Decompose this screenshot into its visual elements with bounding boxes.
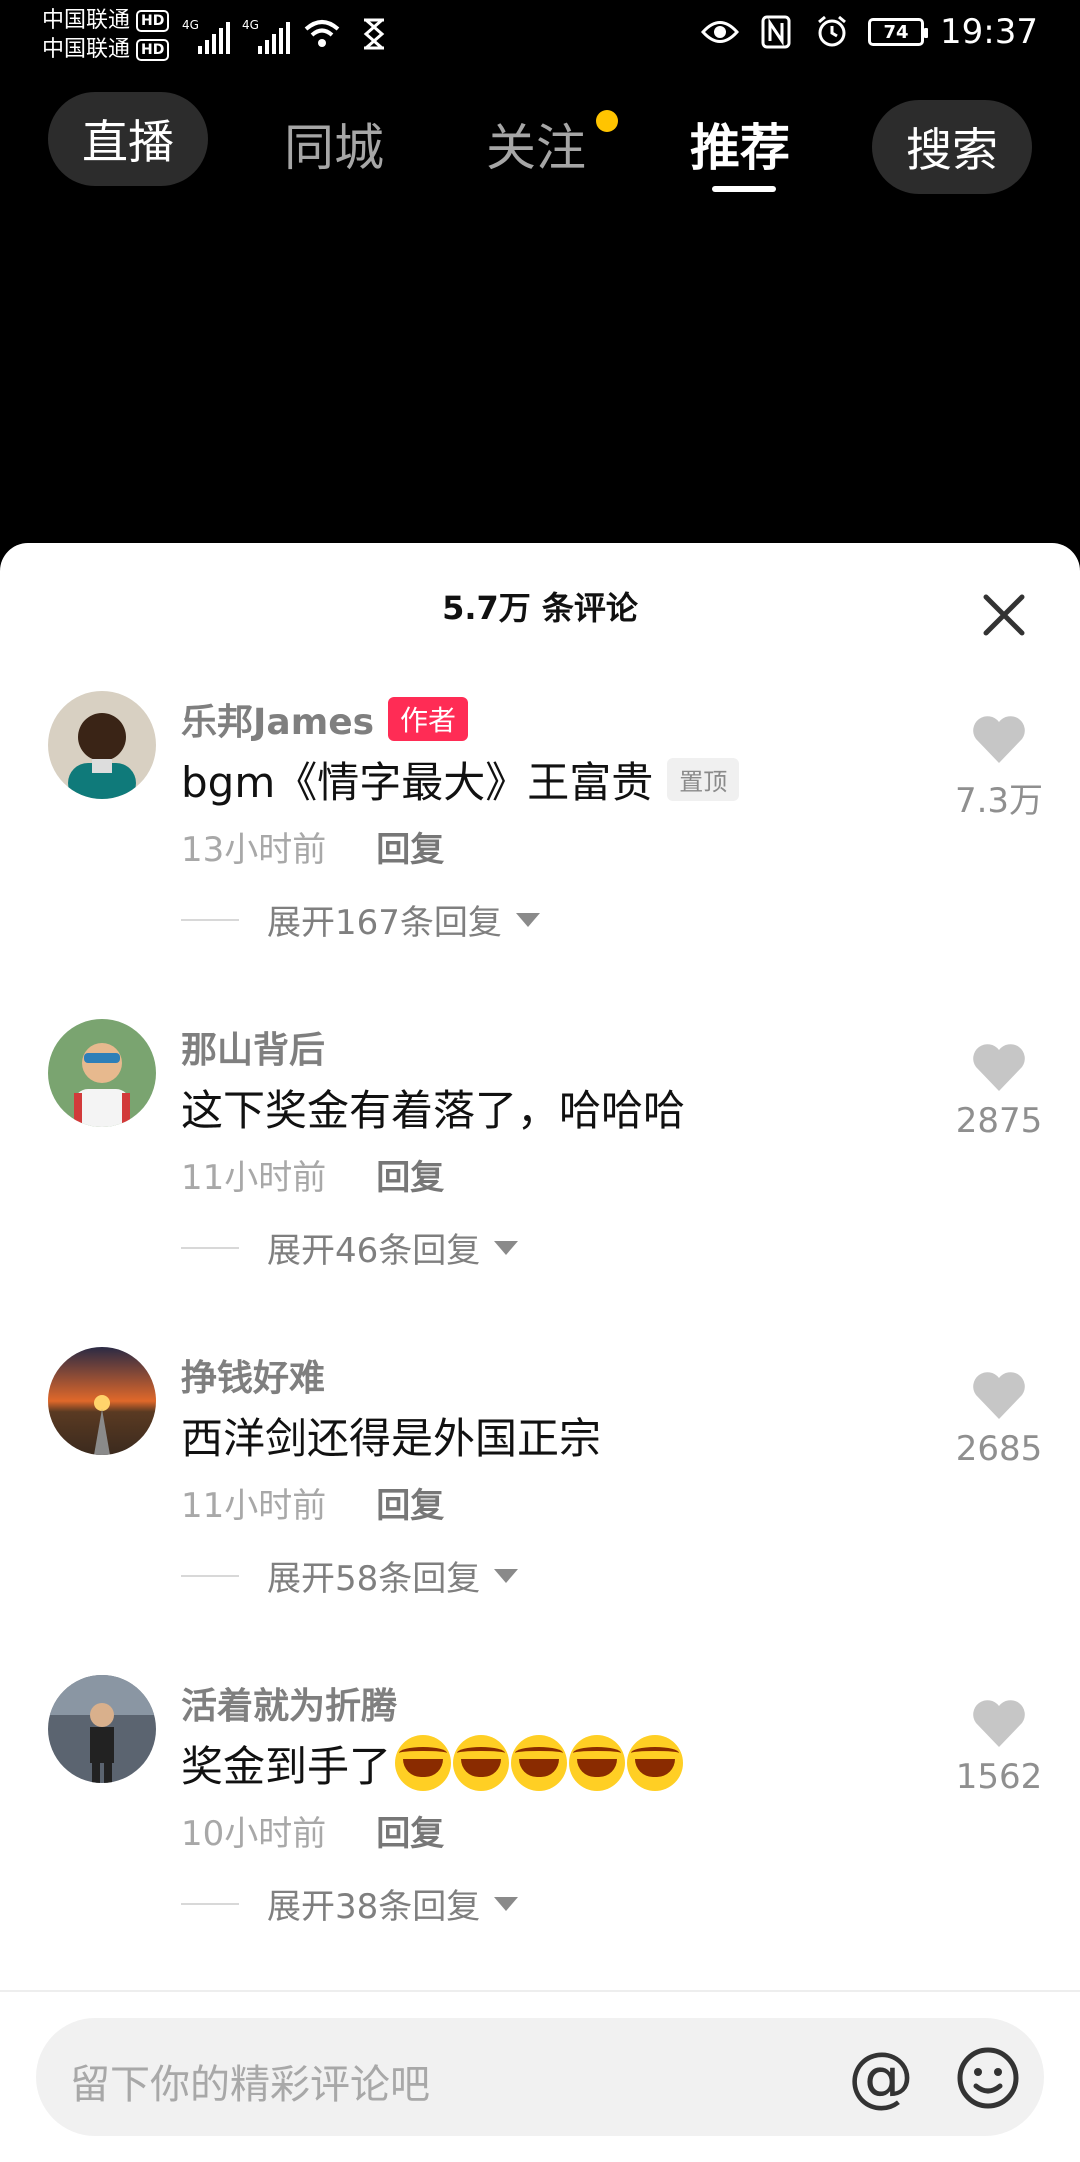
alarm-icon: [812, 12, 852, 52]
comment-input[interactable]: 留下你的精彩评论吧 @: [36, 2018, 1044, 2136]
comment-body: 挣钱好难 西洋剑还得是外国正宗 11小时前 回复 展开58条回复: [181, 1347, 941, 1600]
tab-city[interactable]: 同城: [284, 108, 384, 180]
reply-button[interactable]: 回复: [376, 822, 444, 871]
comments-count-title: 5.7万 条评论: [442, 589, 638, 627]
chevron-down-icon: [515, 912, 540, 927]
avatar[interactable]: [48, 1019, 156, 1127]
comment-username[interactable]: 那山背后: [181, 1021, 325, 1073]
comment-time: 10小时前: [181, 1813, 327, 1854]
comment-item: 活着就为折腾 奖金到手了 10小时前 回复 展开38条回复 1562: [0, 1675, 1080, 2003]
tab-follow[interactable]: 关注: [486, 108, 586, 180]
network-label: 4G: [182, 18, 199, 32]
mention-button[interactable]: @: [848, 2044, 914, 2110]
like-button[interactable]: 2685: [944, 1371, 1054, 1469]
comment-input-bar: 留下你的精彩评论吧 @: [0, 1990, 1080, 2162]
signal-icon: 4G: [242, 18, 290, 54]
heart-icon: [973, 1044, 1025, 1091]
eye-icon: [700, 12, 740, 52]
laughing-emoji-icon: [511, 1735, 568, 1791]
comment-input-placeholder: 留下你的精彩评论吧: [70, 2062, 430, 2108]
comment-body: 那山背后 这下奖金有着落了，哈哈哈 11小时前 回复 展开46条回复: [181, 1019, 941, 1272]
comment-username[interactable]: 乐邦James: [181, 693, 374, 745]
laughing-emoji-icon: [627, 1735, 684, 1791]
hd-badge: HD: [136, 9, 170, 32]
expand-replies[interactable]: 展开167条回复: [181, 895, 941, 944]
comment-text: 西洋剑还得是外国正宗: [181, 1413, 602, 1463]
chevron-down-icon: [494, 1568, 519, 1583]
reply-button[interactable]: 回复: [376, 1150, 444, 1199]
carrier-1: 中国联通: [42, 8, 131, 33]
signal-icon: 4G: [182, 18, 230, 54]
comment-username[interactable]: 活着就为折腾: [181, 1677, 397, 1729]
tab-live[interactable]: 直播: [48, 92, 208, 186]
wifi-icon: [302, 14, 342, 54]
comment-time: 13小时前: [181, 829, 327, 870]
nfc-icon: [756, 12, 796, 52]
laughing-emoji-icon: [453, 1735, 510, 1791]
comment-time: 11小时前: [181, 1157, 327, 1198]
comment-text: 奖金到手了: [181, 1741, 392, 1791]
carrier-block: 中国联通 HD 中国联通 HD: [42, 6, 170, 64]
status-bar: 中国联通 HD 中国联通 HD 4G 4G 74 19:37: [0, 0, 1080, 70]
expand-replies-label: 展开38条回复: [267, 1887, 481, 1927]
avatar[interactable]: [48, 691, 156, 799]
like-button[interactable]: 7.3万: [944, 715, 1054, 822]
active-tab-indicator: [712, 186, 776, 192]
comment-item: 挣钱好难 西洋剑还得是外国正宗 11小时前 回复 展开58条回复 2685: [0, 1347, 1080, 1675]
like-button[interactable]: 2875: [944, 1043, 1054, 1141]
avatar[interactable]: [48, 1675, 156, 1783]
heart-icon: [973, 1700, 1025, 1747]
like-count: 7.3万: [954, 781, 1044, 821]
network-label: 4G: [242, 18, 259, 32]
reply-button[interactable]: 回复: [376, 1478, 444, 1527]
hourglass-icon: [354, 14, 394, 54]
expand-replies[interactable]: 展开58条回复: [181, 1551, 941, 1600]
like-count: 2875: [955, 1101, 1043, 1141]
like-count: 1562: [955, 1757, 1043, 1797]
comment-body: 活着就为折腾 奖金到手了 10小时前 回复 展开38条回复: [181, 1675, 941, 1928]
like-button[interactable]: 1562: [944, 1699, 1054, 1797]
signal-group: 4G 4G: [182, 14, 394, 54]
clock: 19:37: [940, 12, 1038, 52]
emoji-picker-icon[interactable]: [956, 2046, 1020, 2110]
avatar[interactable]: [48, 1347, 156, 1455]
comments-panel: 5.7万 条评论 乐邦James 作者 bgm《情字最大》王富贵 置顶 13小时前回…: [0, 543, 1080, 2160]
expand-replies-label: 展开167条回复: [267, 903, 502, 943]
comment-text: 这下奖金有着落了，哈哈哈: [181, 1085, 686, 1135]
expand-replies-label: 展开58条回复: [267, 1559, 481, 1599]
laughing-emoji-icon: [395, 1735, 452, 1791]
chevron-down-icon: [494, 1896, 519, 1911]
battery-level: 74: [883, 21, 909, 43]
heart-icon: [973, 716, 1025, 763]
carrier-2: 中国联通: [42, 37, 131, 62]
comment-item: 乐邦James 作者 bgm《情字最大》王富贵 置顶 13小时前 回复 展开167条回…: [0, 691, 1080, 1019]
comment-text: bgm《情字最大》王富贵: [181, 757, 654, 807]
expand-replies[interactable]: 展开46条回复: [181, 1223, 941, 1272]
expand-replies-label: 展开46条回复: [267, 1231, 481, 1271]
tab-recommend[interactable]: 推荐: [690, 108, 790, 180]
laughing-emoji-icon: [569, 1735, 626, 1791]
comment-body: 乐邦James 作者 bgm《情字最大》王富贵 置顶 13小时前 回复 展开167条回…: [181, 691, 941, 944]
like-count: 2685: [955, 1429, 1043, 1469]
status-right: 74 19:37: [700, 12, 1038, 52]
chevron-down-icon: [494, 1240, 519, 1255]
notification-dot: [596, 110, 618, 132]
heart-icon: [973, 1372, 1025, 1419]
hd-badge: HD: [136, 38, 170, 61]
comment-item: 那山背后 这下奖金有着落了，哈哈哈 11小时前 回复 展开46条回复 2875: [0, 1019, 1080, 1347]
close-icon[interactable]: [976, 587, 1032, 643]
comment-time: 11小时前: [181, 1485, 327, 1526]
search-button[interactable]: 搜索: [872, 100, 1032, 194]
comment-username[interactable]: 挣钱好难: [181, 1349, 325, 1401]
reply-button[interactable]: 回复: [376, 1806, 444, 1855]
expand-replies[interactable]: 展开38条回复: [181, 1879, 941, 1928]
battery-icon: 74: [868, 18, 929, 46]
pinned-badge: 置顶: [667, 757, 740, 801]
author-badge: 作者: [388, 697, 469, 741]
